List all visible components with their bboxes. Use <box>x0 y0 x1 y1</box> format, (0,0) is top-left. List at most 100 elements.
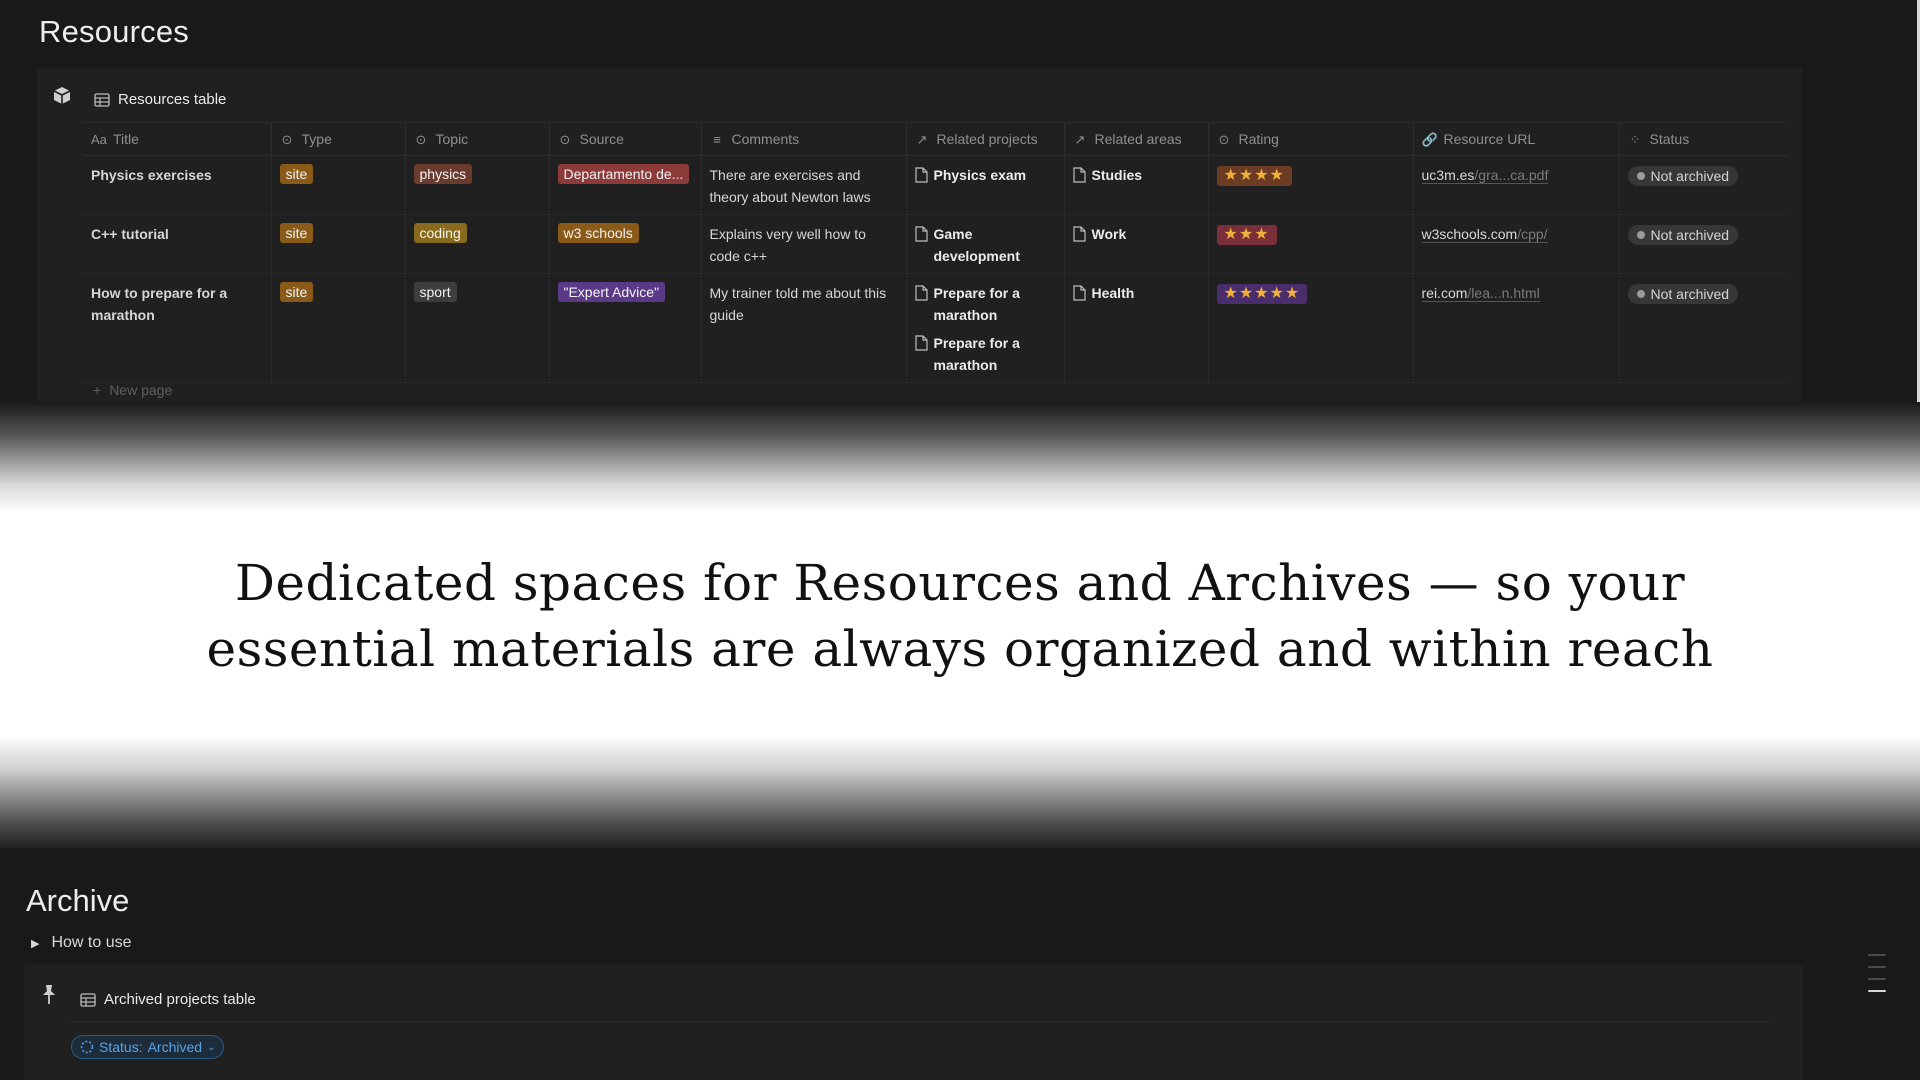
archive-database: Archived projects table Status: Archived… <box>24 965 1803 1080</box>
row-title[interactable]: Physics exercises <box>91 167 212 183</box>
outline-line[interactable] <box>1868 966 1886 968</box>
database-title[interactable]: Resources table <box>94 91 226 108</box>
related-projects-cell[interactable]: Prepare for a marathon Prepare for a mara… <box>906 273 1065 383</box>
title-cell[interactable]: C++ tutorial <box>83 214 272 274</box>
topic-tag: sport <box>413 282 457 302</box>
outline-line[interactable] <box>1868 978 1886 980</box>
table-row[interactable]: Physics exercises site physics Departamento… <box>83 155 1787 215</box>
source-tag-cell[interactable]: Departamento de... <box>549 155 702 215</box>
topic-tag: physics <box>413 164 473 184</box>
page-icon <box>914 335 928 351</box>
title-cell[interactable]: Physics exercises <box>83 155 272 215</box>
topic-tag-cell[interactable]: sport <box>405 273 550 383</box>
related-area-label: Health <box>1091 285 1135 301</box>
relation-arrow-icon: ↗ <box>1074 131 1086 147</box>
related-area-label: Work <box>1091 226 1127 242</box>
related-project-label: Prepare for a marathon <box>933 285 1020 323</box>
outline-line[interactable] <box>1868 954 1886 956</box>
related-project-link[interactable]: Game development <box>914 223 1056 267</box>
column-header[interactable]: 🔗 Resource URL <box>1413 122 1620 156</box>
table-row[interactable]: C++ tutorial site coding w3 schools Explains… <box>83 214 1787 274</box>
type-tag-cell[interactable]: site <box>271 155 406 215</box>
headline-line-2: essential materials are always organized… <box>206 620 1714 678</box>
triangle-right-icon: ▶ <box>31 937 40 950</box>
relation-arrow-icon: ↗ <box>916 131 928 147</box>
outline-line-active[interactable] <box>1868 990 1886 992</box>
column-label: Type <box>301 131 332 147</box>
rating-cell[interactable]: ★★★★ <box>1208 155 1414 215</box>
related-areas-cell[interactable]: Studies <box>1064 155 1209 215</box>
rating-cell[interactable]: ★★★ <box>1208 214 1414 274</box>
outline-navigator[interactable] <box>1868 954 1886 1002</box>
url-cell[interactable]: uc3m.es/gra...ca.pdf <box>1413 155 1620 215</box>
column-header[interactable]: ⊙ Rating <box>1208 122 1414 156</box>
status-cell[interactable]: Not archived <box>1619 273 1787 383</box>
archive-table-title-row[interactable]: Archived projects table <box>80 991 256 1008</box>
gradient-band-bottom <box>0 735 1920 848</box>
type-tag-cell[interactable]: site <box>271 273 406 383</box>
comments-cell[interactable]: There are exercises and theory about New… <box>701 155 907 215</box>
page-icon <box>1072 167 1086 183</box>
status-label: Not archived <box>1650 227 1730 243</box>
related-projects-cell[interactable]: Game development <box>906 214 1065 274</box>
column-header[interactable]: Aa Title <box>83 122 272 156</box>
column-header[interactable]: ⊙ Type <box>271 122 406 156</box>
url-host: w3schools.com <box>1421 226 1518 243</box>
select-icon: ⊙ <box>281 131 293 147</box>
related-project-link[interactable]: Physics exam <box>914 164 1056 186</box>
column-header[interactable]: ⊙ Source <box>549 122 702 156</box>
comments-cell[interactable]: Explains very well how to code c++ <box>701 214 907 274</box>
topic-tag-cell[interactable]: coding <box>405 214 550 274</box>
related-project-link[interactable]: Prepare for a marathon <box>914 282 1056 326</box>
related-areas-cell[interactable]: Work <box>1064 214 1209 274</box>
column-header[interactable]: ↗ Related areas <box>1064 122 1209 156</box>
related-project-link[interactable]: Prepare for a marathon <box>914 332 1056 376</box>
related-area-link[interactable]: Health <box>1072 282 1200 304</box>
row-title[interactable]: How to prepare for a marathon <box>91 285 227 323</box>
comment-text: There are exercises and theory about New… <box>709 167 871 205</box>
archive-table-title: Archived projects table <box>104 991 256 1008</box>
status-filter-chip[interactable]: Status: Archived ⌄ <box>71 1035 225 1059</box>
type-tag: site <box>279 282 314 302</box>
url-cell[interactable]: w3schools.com/cpp/ <box>1413 214 1620 274</box>
select-icon: ⊙ <box>415 131 427 147</box>
resource-link[interactable]: rei.com/lea...n.html <box>1421 285 1540 302</box>
related-area-label: Studies <box>1091 167 1143 183</box>
comment-text: Explains very well how to code c++ <box>709 226 866 264</box>
row-title[interactable]: C++ tutorial <box>91 226 169 242</box>
type-tag-cell[interactable]: site <box>271 214 406 274</box>
status-cell[interactable]: Not archived <box>1619 214 1787 274</box>
how-to-use-toggle[interactable]: ▶ How to use <box>31 934 132 952</box>
url-cell[interactable]: rei.com/lea...n.html <box>1413 273 1620 383</box>
column-header[interactable]: ≡ Comments <box>701 122 907 156</box>
title-cell[interactable]: How to prepare for a marathon <box>83 273 272 383</box>
related-projects-cell[interactable]: Physics exam <box>906 155 1065 215</box>
related-areas-cell[interactable]: Health <box>1064 273 1209 383</box>
rating-cell[interactable]: ★★★★★ <box>1208 273 1414 383</box>
related-project-label: Game development <box>933 226 1020 264</box>
status-cell[interactable]: Not archived <box>1619 155 1787 215</box>
related-area-link[interactable]: Work <box>1072 223 1200 245</box>
page-icon <box>1072 285 1086 301</box>
column-header[interactable]: ⁘ Status <box>1619 122 1787 156</box>
topic-tag-cell[interactable]: physics <box>405 155 550 215</box>
column-label: Resource URL <box>1443 131 1536 147</box>
new-page-button[interactable]: + New page <box>93 382 172 398</box>
related-area-link[interactable]: Studies <box>1072 164 1200 186</box>
resource-link[interactable]: w3schools.com/cpp/ <box>1421 226 1548 243</box>
column-header[interactable]: ↗ Related projects <box>906 122 1065 156</box>
table-row[interactable]: How to prepare for a marathon site sport "E… <box>83 273 1787 383</box>
archive-page-title: Archive <box>26 883 130 918</box>
topic-tag: coding <box>413 223 467 243</box>
source-tag-cell[interactable]: w3 schools <box>549 214 702 274</box>
source-tag-cell[interactable]: "Expert Advice" <box>549 273 702 383</box>
headline: Dedicated spaces for Resources and Archi… <box>0 550 1920 682</box>
resource-link[interactable]: uc3m.es/gra...ca.pdf <box>1421 167 1549 184</box>
column-label: Source <box>579 131 624 147</box>
comments-cell[interactable]: My trainer told me about this guide <box>701 273 907 383</box>
url-host: uc3m.es <box>1421 167 1475 184</box>
type-tag: site <box>279 164 314 184</box>
url-host: rei.com <box>1421 285 1468 302</box>
comment-text: My trainer told me about this guide <box>709 285 887 323</box>
column-header[interactable]: ⊙ Topic <box>405 122 550 156</box>
